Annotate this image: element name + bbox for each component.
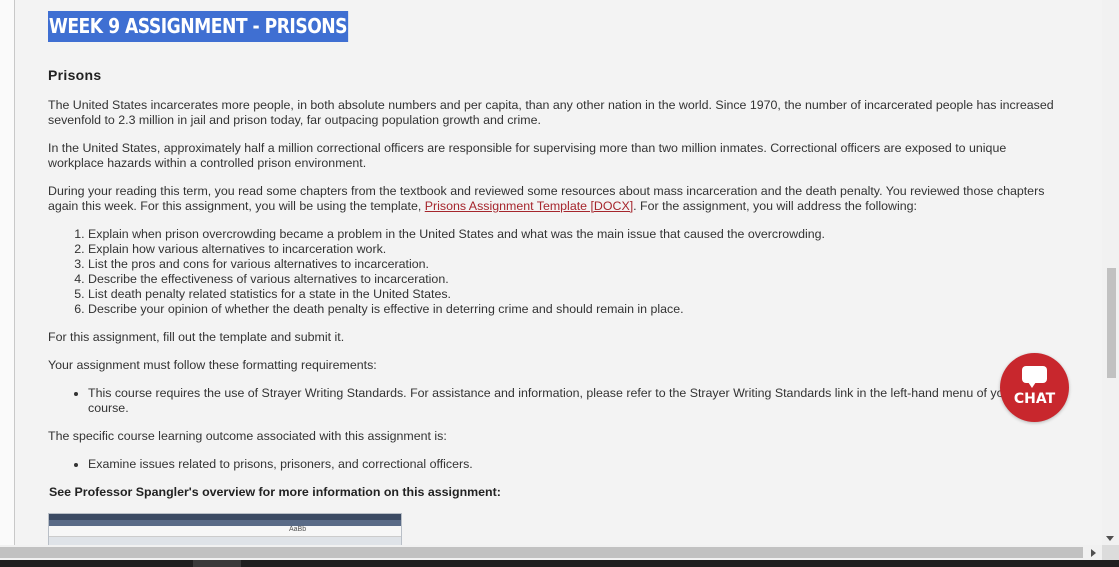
- chat-button[interactable]: CHAT: [1000, 353, 1069, 422]
- intro-paragraph: The United States incarcerates more peop…: [48, 98, 1054, 127]
- thumbnail-ribbon: [49, 526, 401, 537]
- formatting-intro: Your assignment must follow these format…: [48, 358, 377, 372]
- horizontal-scroll-thumb[interactable]: [0, 547, 1083, 558]
- task-item: List death penalty related statistics fo…: [88, 287, 1088, 302]
- scroll-down-arrow-icon[interactable]: [1106, 536, 1114, 541]
- task-item: Describe the effectiveness of various al…: [88, 272, 1088, 287]
- assignment-content: WEEK 9 ASSIGNMENT - PRISONS Prisons The …: [48, 0, 1088, 545]
- outcome-list: Examine issues related to prisons, priso…: [48, 457, 1048, 472]
- taskbar-item[interactable]: [193, 560, 241, 567]
- vertical-scroll-thumb[interactable]: [1107, 268, 1116, 378]
- section-heading: Prisons: [48, 67, 102, 83]
- officers-paragraph: In the United States, approximately half…: [48, 141, 1007, 170]
- formatting-item: This course requires the use of Strayer …: [88, 386, 1048, 416]
- instructions-text-end: . For the assignment, you will address t…: [633, 199, 917, 213]
- task-list: Explain when prison overcrowding became …: [48, 227, 1088, 317]
- left-rail: [0, 0, 15, 545]
- task-item: Explain when prison overcrowding became …: [88, 227, 1088, 242]
- instructions-paragraph: During your reading this term, you read …: [48, 184, 1058, 214]
- outcome-item: Examine issues related to prisons, priso…: [88, 457, 1048, 472]
- task-item: Describe your opinion of whether the dea…: [88, 302, 1088, 317]
- submit-instruction: For this assignment, fill out the templa…: [48, 330, 345, 344]
- video-thumbnail[interactable]: AaBb: [48, 513, 402, 545]
- scroll-right-arrow-icon[interactable]: [1091, 549, 1096, 557]
- template-link[interactable]: Prisons Assignment Template [DOCX]: [425, 199, 633, 213]
- overview-heading: See Professor Spangler's overview for mo…: [49, 485, 501, 499]
- task-item: Explain how various alternatives to inca…: [88, 242, 1088, 257]
- page-title: WEEK 9 ASSIGNMENT - PRISONS: [48, 11, 348, 42]
- chat-bubble-icon: [1022, 366, 1047, 388]
- formatting-list: This course requires the use of Strayer …: [48, 386, 1048, 416]
- chat-label: CHAT: [1013, 391, 1056, 407]
- thumbnail-document: [49, 537, 401, 545]
- task-item: List the pros and cons for various alter…: [88, 257, 1088, 272]
- vertical-scrollbar[interactable]: [1102, 0, 1119, 545]
- scrollbar-corner: [1102, 545, 1119, 560]
- taskbar: [0, 560, 1119, 567]
- thumbnail-style-preview: AaBb: [289, 526, 307, 533]
- outcome-intro: The specific course learning outcome ass…: [48, 429, 447, 443]
- horizontal-scrollbar[interactable]: [0, 545, 1102, 560]
